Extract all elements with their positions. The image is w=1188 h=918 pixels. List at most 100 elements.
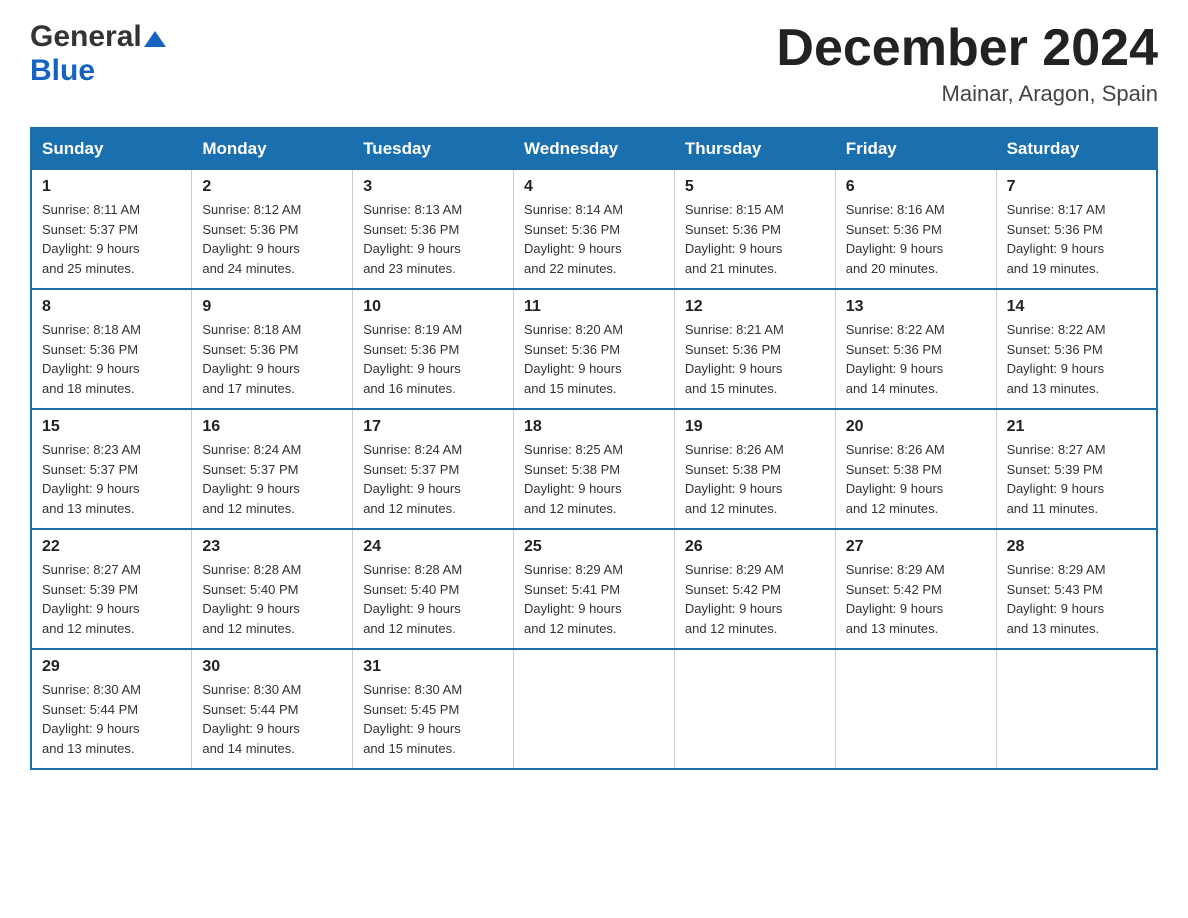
day-number: 4: [524, 178, 664, 196]
day-info: Sunrise: 8:13 AM Sunset: 5:36 PM Dayligh…: [363, 200, 503, 278]
calendar-cell: 30 Sunrise: 8:30 AM Sunset: 5:44 PM Dayl…: [192, 649, 353, 769]
day-info: Sunrise: 8:28 AM Sunset: 5:40 PM Dayligh…: [363, 560, 503, 638]
title-area: December 2024 Mainar, Aragon, Spain: [776, 20, 1158, 107]
location-title: Mainar, Aragon, Spain: [776, 81, 1158, 107]
calendar-cell: [996, 649, 1157, 769]
day-number: 19: [685, 418, 825, 436]
day-number: 29: [42, 658, 181, 676]
logo: General Blue: [30, 20, 166, 88]
day-info: Sunrise: 8:26 AM Sunset: 5:38 PM Dayligh…: [846, 440, 986, 518]
day-number: 17: [363, 418, 503, 436]
day-number: 20: [846, 418, 986, 436]
calendar-cell: 29 Sunrise: 8:30 AM Sunset: 5:44 PM Dayl…: [31, 649, 192, 769]
day-info: Sunrise: 8:22 AM Sunset: 5:36 PM Dayligh…: [1007, 320, 1146, 398]
logo-row: General: [30, 20, 166, 54]
calendar-cell: 31 Sunrise: 8:30 AM Sunset: 5:45 PM Dayl…: [353, 649, 514, 769]
day-info: Sunrise: 8:27 AM Sunset: 5:39 PM Dayligh…: [1007, 440, 1146, 518]
day-info: Sunrise: 8:29 AM Sunset: 5:42 PM Dayligh…: [846, 560, 986, 638]
week-row-4: 22 Sunrise: 8:27 AM Sunset: 5:39 PM Dayl…: [31, 529, 1157, 649]
week-row-2: 8 Sunrise: 8:18 AM Sunset: 5:36 PM Dayli…: [31, 289, 1157, 409]
calendar-cell: 25 Sunrise: 8:29 AM Sunset: 5:41 PM Dayl…: [514, 529, 675, 649]
calendar-cell: 18 Sunrise: 8:25 AM Sunset: 5:38 PM Dayl…: [514, 409, 675, 529]
day-number: 11: [524, 298, 664, 316]
day-info: Sunrise: 8:30 AM Sunset: 5:44 PM Dayligh…: [42, 680, 181, 758]
day-info: Sunrise: 8:30 AM Sunset: 5:45 PM Dayligh…: [363, 680, 503, 758]
day-number: 9: [202, 298, 342, 316]
calendar-cell: 5 Sunrise: 8:15 AM Sunset: 5:36 PM Dayli…: [674, 170, 835, 290]
calendar-cell: [835, 649, 996, 769]
calendar-cell: 28 Sunrise: 8:29 AM Sunset: 5:43 PM Dayl…: [996, 529, 1157, 649]
header-sunday: Sunday: [31, 128, 192, 170]
calendar-cell: 22 Sunrise: 8:27 AM Sunset: 5:39 PM Dayl…: [31, 529, 192, 649]
day-number: 18: [524, 418, 664, 436]
logo-triangle-icon: [144, 29, 166, 49]
calendar-cell: 14 Sunrise: 8:22 AM Sunset: 5:36 PM Dayl…: [996, 289, 1157, 409]
logo-blue-row: Blue: [30, 54, 95, 88]
day-number: 10: [363, 298, 503, 316]
day-number: 31: [363, 658, 503, 676]
calendar-cell: 8 Sunrise: 8:18 AM Sunset: 5:36 PM Dayli…: [31, 289, 192, 409]
day-info: Sunrise: 8:18 AM Sunset: 5:36 PM Dayligh…: [202, 320, 342, 398]
calendar-header-row: SundayMondayTuesdayWednesdayThursdayFrid…: [31, 128, 1157, 170]
week-row-5: 29 Sunrise: 8:30 AM Sunset: 5:44 PM Dayl…: [31, 649, 1157, 769]
day-info: Sunrise: 8:21 AM Sunset: 5:36 PM Dayligh…: [685, 320, 825, 398]
day-number: 15: [42, 418, 181, 436]
day-number: 27: [846, 538, 986, 556]
calendar-cell: [674, 649, 835, 769]
day-info: Sunrise: 8:28 AM Sunset: 5:40 PM Dayligh…: [202, 560, 342, 638]
day-number: 5: [685, 178, 825, 196]
day-number: 14: [1007, 298, 1146, 316]
day-number: 8: [42, 298, 181, 316]
day-number: 6: [846, 178, 986, 196]
day-number: 7: [1007, 178, 1146, 196]
day-info: Sunrise: 8:15 AM Sunset: 5:36 PM Dayligh…: [685, 200, 825, 278]
calendar-cell: 10 Sunrise: 8:19 AM Sunset: 5:36 PM Dayl…: [353, 289, 514, 409]
day-number: 1: [42, 178, 181, 196]
calendar-table: SundayMondayTuesdayWednesdayThursdayFrid…: [30, 127, 1158, 770]
day-info: Sunrise: 8:14 AM Sunset: 5:36 PM Dayligh…: [524, 200, 664, 278]
calendar-cell: 21 Sunrise: 8:27 AM Sunset: 5:39 PM Dayl…: [996, 409, 1157, 529]
calendar-cell: 15 Sunrise: 8:23 AM Sunset: 5:37 PM Dayl…: [31, 409, 192, 529]
calendar-cell: 4 Sunrise: 8:14 AM Sunset: 5:36 PM Dayli…: [514, 170, 675, 290]
calendar-cell: 23 Sunrise: 8:28 AM Sunset: 5:40 PM Dayl…: [192, 529, 353, 649]
day-number: 3: [363, 178, 503, 196]
day-info: Sunrise: 8:16 AM Sunset: 5:36 PM Dayligh…: [846, 200, 986, 278]
day-info: Sunrise: 8:24 AM Sunset: 5:37 PM Dayligh…: [363, 440, 503, 518]
page-header: General Blue December 2024 Mainar, Arago…: [30, 20, 1158, 107]
calendar-cell: 27 Sunrise: 8:29 AM Sunset: 5:42 PM Dayl…: [835, 529, 996, 649]
day-number: 25: [524, 538, 664, 556]
day-number: 23: [202, 538, 342, 556]
day-number: 16: [202, 418, 342, 436]
calendar-cell: 16 Sunrise: 8:24 AM Sunset: 5:37 PM Dayl…: [192, 409, 353, 529]
day-info: Sunrise: 8:29 AM Sunset: 5:41 PM Dayligh…: [524, 560, 664, 638]
day-info: Sunrise: 8:17 AM Sunset: 5:36 PM Dayligh…: [1007, 200, 1146, 278]
day-number: 26: [685, 538, 825, 556]
header-saturday: Saturday: [996, 128, 1157, 170]
day-info: Sunrise: 8:24 AM Sunset: 5:37 PM Dayligh…: [202, 440, 342, 518]
calendar-cell: 19 Sunrise: 8:26 AM Sunset: 5:38 PM Dayl…: [674, 409, 835, 529]
day-info: Sunrise: 8:20 AM Sunset: 5:36 PM Dayligh…: [524, 320, 664, 398]
calendar-cell: 12 Sunrise: 8:21 AM Sunset: 5:36 PM Dayl…: [674, 289, 835, 409]
logo-general-text: General: [30, 20, 142, 54]
calendar-cell: 11 Sunrise: 8:20 AM Sunset: 5:36 PM Dayl…: [514, 289, 675, 409]
header-friday: Friday: [835, 128, 996, 170]
day-info: Sunrise: 8:26 AM Sunset: 5:38 PM Dayligh…: [685, 440, 825, 518]
calendar-cell: 17 Sunrise: 8:24 AM Sunset: 5:37 PM Dayl…: [353, 409, 514, 529]
calendar-cell: 6 Sunrise: 8:16 AM Sunset: 5:36 PM Dayli…: [835, 170, 996, 290]
day-number: 13: [846, 298, 986, 316]
calendar-cell: 24 Sunrise: 8:28 AM Sunset: 5:40 PM Dayl…: [353, 529, 514, 649]
header-thursday: Thursday: [674, 128, 835, 170]
calendar-cell: 20 Sunrise: 8:26 AM Sunset: 5:38 PM Dayl…: [835, 409, 996, 529]
month-title: December 2024: [776, 20, 1158, 77]
day-number: 2: [202, 178, 342, 196]
day-info: Sunrise: 8:29 AM Sunset: 5:43 PM Dayligh…: [1007, 560, 1146, 638]
day-info: Sunrise: 8:30 AM Sunset: 5:44 PM Dayligh…: [202, 680, 342, 758]
week-row-3: 15 Sunrise: 8:23 AM Sunset: 5:37 PM Dayl…: [31, 409, 1157, 529]
calendar-cell: 3 Sunrise: 8:13 AM Sunset: 5:36 PM Dayli…: [353, 170, 514, 290]
day-info: Sunrise: 8:23 AM Sunset: 5:37 PM Dayligh…: [42, 440, 181, 518]
day-info: Sunrise: 8:22 AM Sunset: 5:36 PM Dayligh…: [846, 320, 986, 398]
day-number: 22: [42, 538, 181, 556]
header-monday: Monday: [192, 128, 353, 170]
calendar-cell: 2 Sunrise: 8:12 AM Sunset: 5:36 PM Dayli…: [192, 170, 353, 290]
calendar-cell: 1 Sunrise: 8:11 AM Sunset: 5:37 PM Dayli…: [31, 170, 192, 290]
